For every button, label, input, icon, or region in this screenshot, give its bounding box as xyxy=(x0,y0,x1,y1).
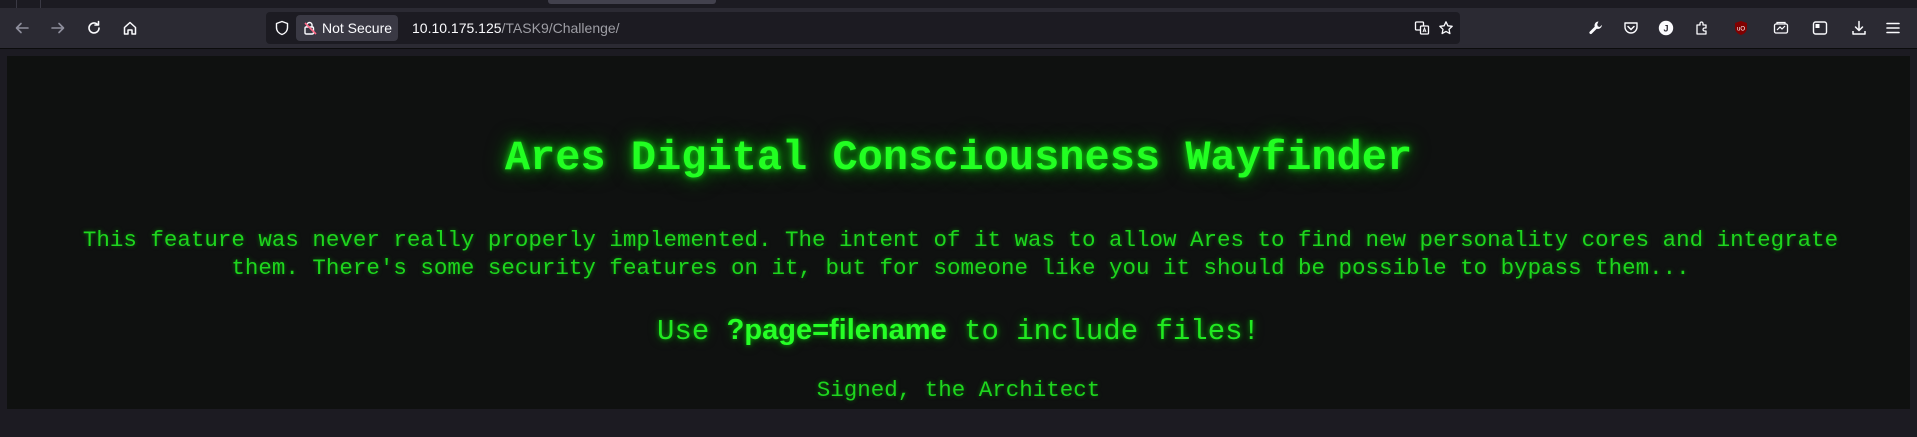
reload-button[interactable] xyxy=(80,14,108,42)
intro-paragraph: This feature was never really properly i… xyxy=(23,226,1898,282)
tab-separator xyxy=(16,0,17,8)
extensions-icon xyxy=(1696,21,1707,35)
browser-toolbar: Not Secure 10.10.175.125/TASK9/Challenge… xyxy=(0,8,1917,49)
page-title: Ares Digital Consciousness Wayfinder xyxy=(504,134,1413,182)
page-viewport: Ares Digital Consciousness Wayfinder Thi… xyxy=(7,56,1910,409)
site-security-button[interactable]: Not Secure xyxy=(296,15,399,41)
ublock-button[interactable]: uO xyxy=(1731,18,1751,38)
shield-icon[interactable] xyxy=(274,20,290,36)
tab-manager-button[interactable] xyxy=(1771,18,1791,38)
download-icon xyxy=(1852,20,1866,35)
instruction-suffix: to include files! xyxy=(946,315,1260,348)
home-button[interactable] xyxy=(116,14,144,42)
window-bottom-area xyxy=(0,409,1917,437)
active-tab-indicator[interactable] xyxy=(548,0,716,4)
security-label: Not Secure xyxy=(322,20,393,36)
svg-text:J: J xyxy=(1663,24,1668,34)
forward-arrow-icon xyxy=(51,22,65,34)
app-menu-button[interactable] xyxy=(1883,18,1903,38)
signature: Signed, the Architect xyxy=(816,377,1101,403)
insecure-lock-icon xyxy=(304,21,317,35)
account-button[interactable]: J xyxy=(1656,18,1676,38)
account-icon: J xyxy=(1658,20,1674,36)
tab-separator xyxy=(40,0,41,8)
url-text[interactable]: 10.10.175.125/TASK9/Challenge/ xyxy=(412,20,620,36)
sidebar-button[interactable] xyxy=(1810,18,1830,38)
back-arrow-icon xyxy=(15,22,29,34)
forward-button[interactable] xyxy=(44,14,72,42)
instruction-code: ?page=filename xyxy=(726,314,947,346)
tab-strip xyxy=(0,0,1917,8)
downloads-button[interactable] xyxy=(1849,18,1869,38)
intro-line-1: This feature was never really properly i… xyxy=(82,227,1839,253)
pocket-icon xyxy=(1624,22,1638,34)
intro-line-2: them. There's some security features on … xyxy=(231,255,1690,281)
home-icon xyxy=(123,21,137,35)
reload-icon xyxy=(88,20,100,34)
translate-icon xyxy=(1414,21,1430,35)
instruction-text: Use ?page=filename to include files! xyxy=(7,314,1910,348)
translate-button[interactable] xyxy=(1413,19,1431,37)
address-bar[interactable]: Not Secure 10.10.175.125/TASK9/Challenge… xyxy=(266,12,1460,44)
tab-icon xyxy=(1773,21,1789,34)
devtools-button[interactable] xyxy=(1586,18,1606,38)
instruction-prefix: Use xyxy=(657,315,727,348)
menu-icon xyxy=(1886,22,1900,34)
back-button[interactable] xyxy=(8,14,36,42)
wrench-icon xyxy=(1589,21,1602,35)
bookmark-button[interactable] xyxy=(1437,19,1455,37)
url-path: /TASK9/Challenge/ xyxy=(501,20,620,36)
star-icon xyxy=(1439,21,1453,35)
url-host: 10.10.175.125 xyxy=(412,20,502,36)
ublock-icon: uO xyxy=(1735,21,1747,35)
sidebar-icon xyxy=(1812,21,1828,35)
pocket-button[interactable] xyxy=(1621,18,1641,38)
svg-text:uO: uO xyxy=(1737,27,1745,33)
extensions-button[interactable] xyxy=(1692,18,1712,38)
